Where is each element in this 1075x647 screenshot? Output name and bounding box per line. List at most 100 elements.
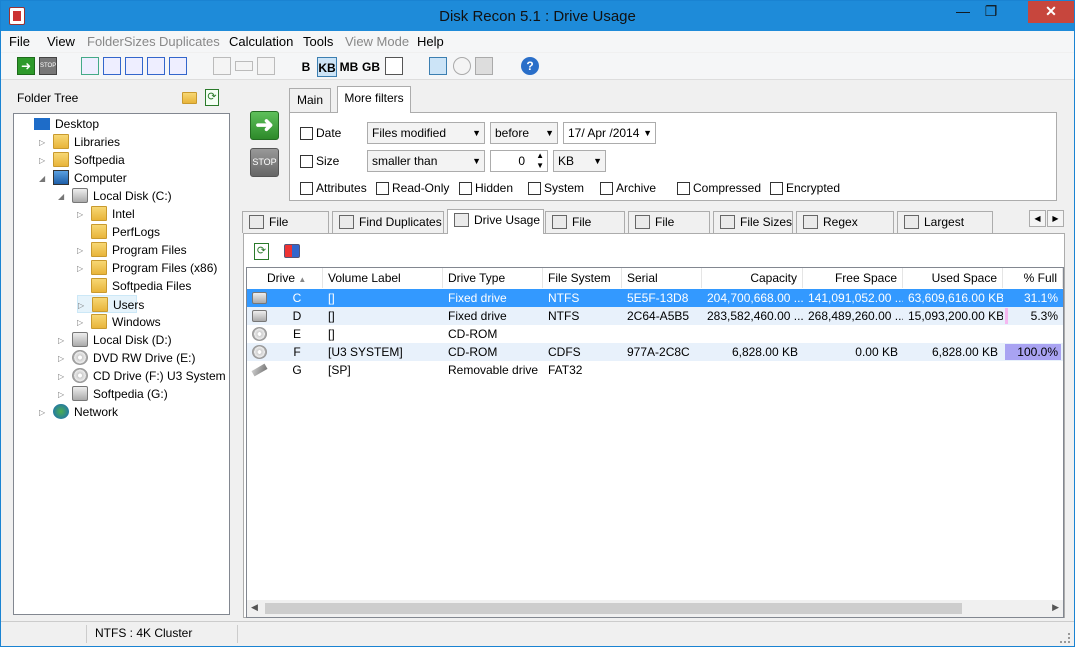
close-icon[interactable]: ✕	[1028, 1, 1074, 23]
tree-expander-icon[interactable]: ▷	[77, 264, 86, 273]
menu-help[interactable]: Help	[417, 34, 444, 49]
menu-calculation[interactable]: Calculation	[229, 34, 293, 49]
help-icon[interactable]: ?	[521, 57, 539, 75]
tree-expander-icon[interactable]: ▷	[78, 301, 87, 310]
tab-drive-usage[interactable]: Drive Usage	[447, 209, 544, 234]
tree-item[interactable]: ▷ Softpedia	[39, 151, 125, 169]
tab-scroll-left-icon[interactable]: ◀	[1029, 210, 1046, 227]
tree-item[interactable]: ▷ Windows	[77, 313, 161, 331]
date-compare-select[interactable]: before ▼	[490, 122, 558, 144]
chart-icon[interactable]	[284, 244, 300, 258]
tree-item[interactable]: ▷ Program Files (x86)	[77, 259, 217, 277]
header-drive[interactable]: Drive ▲	[247, 268, 323, 288]
start-scan-icon[interactable]: ➜	[17, 57, 35, 75]
tab-file-sizes[interactable]: File Sizes	[713, 211, 793, 233]
tree-item[interactable]: ▷ Program Files	[77, 241, 187, 259]
tab-scroll-right-icon[interactable]: ▶	[1047, 210, 1064, 227]
tree-item[interactable]: PerfLogs	[77, 223, 160, 241]
delete-trash-icon[interactable]	[257, 57, 275, 75]
table-row[interactable]: D [] Fixed drive NTFS 2C64-A5B5 283,582,460.0…	[247, 307, 1063, 325]
table-row[interactable]: F [U3 SYSTEM] CD-ROM CDFS 977A-2C8C 6,828.00 …	[247, 343, 1063, 361]
image-icon[interactable]	[475, 57, 493, 75]
size-unit-select[interactable]: KB ▼	[553, 150, 606, 172]
menu-view-mode[interactable]: View Mode	[345, 34, 409, 49]
tree-item[interactable]: ▷ Network	[39, 403, 118, 421]
tree-item[interactable]: ▷ CD Drive (F:) U3 System	[58, 367, 226, 385]
tree-item[interactable]: ◢ Local Disk (C:)	[58, 187, 172, 205]
export-html-icon[interactable]	[125, 57, 143, 75]
header-free-space[interactable]: Free Space	[803, 268, 903, 288]
export-text-icon[interactable]	[147, 57, 165, 75]
attributes-checkbox[interactable]	[300, 182, 313, 195]
minimize-icon[interactable]: —	[950, 1, 976, 23]
tree-item[interactable]: ▷ Softpedia (G:)	[58, 385, 168, 403]
system-checkbox[interactable]	[528, 182, 541, 195]
table-row[interactable]: G [SP] Removable drive FAT32	[247, 361, 1063, 379]
tree-expander-icon[interactable]: ▷	[77, 210, 86, 219]
resize-grip-icon[interactable]	[1060, 633, 1070, 643]
tree-item[interactable]: Desktop	[20, 115, 99, 133]
tree-expander-icon[interactable]: ▷	[39, 408, 48, 417]
tree-expander-icon[interactable]: ▷	[58, 372, 67, 381]
header-volume-label[interactable]: Volume Label	[323, 268, 443, 288]
unit-kb-button[interactable]: KB	[317, 57, 337, 77]
menu-tools[interactable]: Tools	[303, 34, 333, 49]
tree-item[interactable]: ▷ Libraries	[39, 133, 120, 151]
tree-item[interactable]: ◢ Computer	[39, 169, 127, 187]
menu-foldersizes[interactable]: FolderSizes	[87, 34, 156, 49]
tab-file-dates[interactable]: File Dates	[545, 211, 625, 249]
tab-largest-files[interactable]: Largest Files	[897, 211, 993, 249]
menu-file[interactable]: File	[9, 34, 30, 49]
header-capacity[interactable]: Capacity	[702, 268, 803, 288]
size-compare-select[interactable]: smaller than ▼	[367, 150, 485, 172]
tree-expander-icon[interactable]: ▷	[58, 336, 67, 345]
unit-mb-button[interactable]: MB	[339, 57, 359, 77]
encrypted-checkbox[interactable]	[770, 182, 783, 195]
folder-tree[interactable]: Desktop ▷ Libraries ▷ Softpedia ◢ Computer ◢ Loc…	[13, 113, 230, 615]
header-percent-full[interactable]: % Full	[1003, 268, 1063, 288]
unit-gb-button[interactable]: GB	[361, 57, 381, 77]
tab-file-types[interactable]: File Types	[628, 211, 710, 249]
scrollbar-thumb[interactable]	[265, 603, 962, 614]
menu-view[interactable]: View	[47, 34, 75, 49]
hidden-checkbox[interactable]	[459, 182, 472, 195]
refresh-drives-icon[interactable]: ⟳	[254, 243, 269, 260]
stop-scan-icon[interactable]: STOP	[39, 57, 57, 75]
export-word-icon[interactable]	[103, 57, 121, 75]
date-picker[interactable]: 17/ Apr /2014 ▼	[563, 122, 656, 144]
tree-expander-icon[interactable]: ▷	[77, 318, 86, 327]
maximize-icon[interactable]: ❐	[978, 1, 1004, 23]
tab-regex-search[interactable]: Regex Search	[796, 211, 894, 249]
tree-expander-icon[interactable]: ◢	[58, 192, 67, 201]
tree-item[interactable]: ▷ DVD RW Drive (E:)	[58, 349, 195, 367]
spinner-icon[interactable]: ▲ ▼	[536, 151, 544, 171]
header-file-system[interactable]: File System	[543, 268, 622, 288]
tab-more-filters[interactable]: More filters	[337, 86, 411, 113]
tree-item[interactable]: ▷ Local Disk (D:)	[58, 331, 172, 349]
tab-main[interactable]: Main	[289, 88, 331, 113]
stop-button[interactable]: STOP	[250, 148, 279, 177]
export-excel-icon[interactable]	[81, 57, 99, 75]
scroll-right-icon[interactable]: ▶	[1052, 602, 1059, 613]
size-value-input[interactable]: 0 ▲ ▼	[490, 150, 548, 172]
date-checkbox[interactable]	[300, 127, 313, 140]
tree-expander-icon[interactable]: ◢	[39, 174, 48, 183]
tab-find-duplicates[interactable]: Find Duplicates	[332, 211, 444, 233]
header-serial[interactable]: Serial	[622, 268, 702, 288]
horizontal-scrollbar[interactable]: ◀ ▶	[247, 600, 1063, 617]
tree-item[interactable]: ▷ Intel	[77, 205, 137, 223]
refresh-icon[interactable]: ⟳	[205, 89, 219, 106]
details-view-icon[interactable]	[429, 57, 447, 75]
header-used-space[interactable]: Used Space	[903, 268, 1003, 288]
tab-file-search[interactable]: File Search	[242, 211, 329, 249]
tree-item[interactable]: Softpedia Files	[77, 277, 191, 295]
browse-folder-icon[interactable]	[182, 92, 197, 104]
export-xml-icon[interactable]	[169, 57, 187, 75]
columns-icon[interactable]	[385, 57, 403, 75]
tree-item[interactable]: ▷ Users	[77, 295, 144, 313]
header-drive-type[interactable]: Drive Type	[443, 268, 543, 288]
tree-expander-icon[interactable]: ▷	[77, 246, 86, 255]
date-type-select[interactable]: Files modified ▼	[367, 122, 485, 144]
table-row[interactable]: E [] CD-ROM	[247, 325, 1063, 343]
tree-expander-icon[interactable]: ▷	[58, 390, 67, 399]
